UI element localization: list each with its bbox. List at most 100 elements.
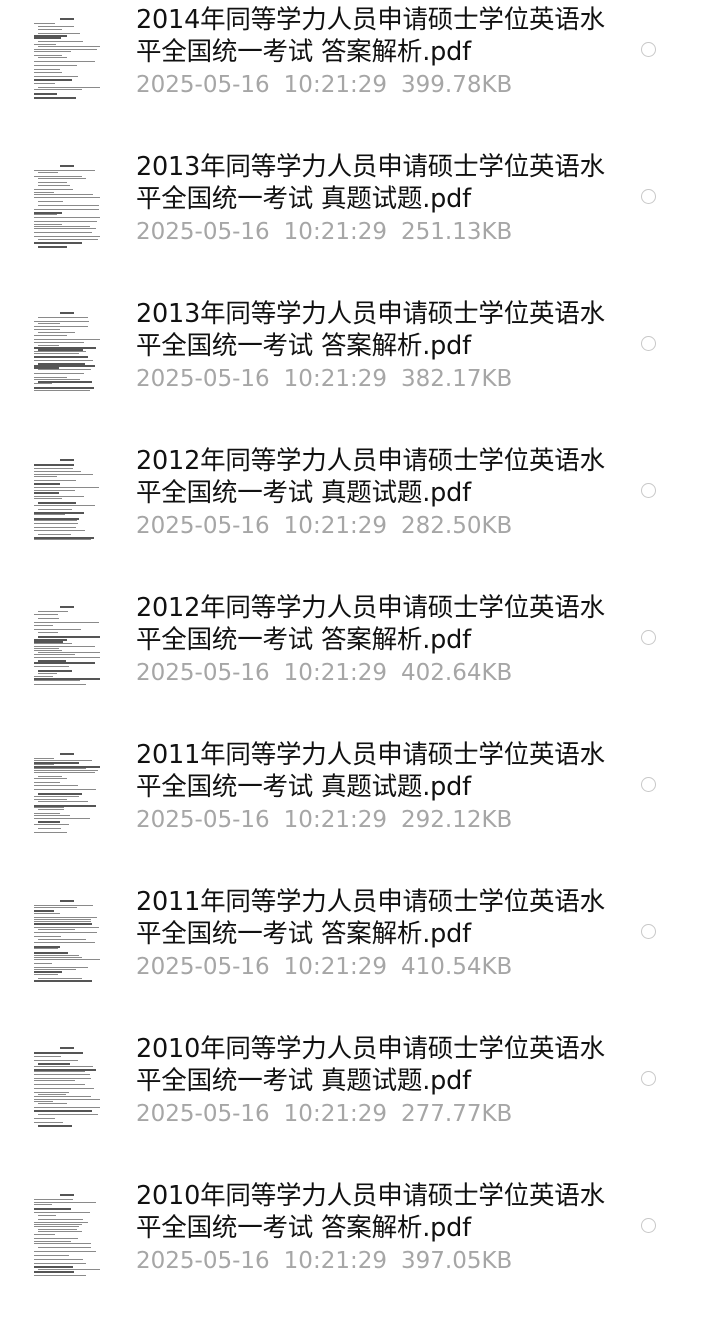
thumbnail-text-line	[34, 963, 52, 964]
thumbnail-text-line	[38, 172, 58, 173]
file-meta: 2025-05-16 10:21:29 382.17KB	[136, 364, 526, 394]
thumbnail-text-line	[38, 239, 98, 240]
thumbnail-text-line	[60, 900, 74, 902]
thumbnail-text-line	[34, 170, 95, 171]
thumbnail-text-line	[34, 1243, 91, 1244]
file-list-item[interactable]: 2010年同等学力人员申请硕士学位英语水平全国统一考试 真题试题.pdf 202…	[0, 1029, 702, 1176]
thumbnail-text-line	[34, 770, 98, 771]
file-time: 10:21:29	[283, 72, 387, 98]
file-list-item[interactable]: 2014年同等学力人员申请硕士学位英语水平全国统一考试 答案解析.pdf 202…	[0, 0, 702, 147]
thumbnail-text-line	[34, 764, 54, 765]
thumbnail-text-line	[34, 919, 91, 920]
thumbnail-text-line	[34, 1122, 63, 1123]
thumbnail-text-line	[38, 246, 67, 248]
thumbnail-text-line	[34, 948, 58, 949]
file-date: 2025-05-16	[136, 660, 270, 686]
select-radio-button[interactable]	[641, 42, 656, 57]
thumbnail-text-line	[34, 197, 100, 198]
select-radio-button[interactable]	[641, 1071, 656, 1086]
select-radio-button[interactable]	[641, 483, 656, 498]
file-date: 2025-05-16	[136, 807, 270, 833]
thumbnail-text-line	[34, 684, 86, 685]
select-radio-button[interactable]	[641, 189, 656, 204]
thumbnail-text-line	[34, 373, 84, 374]
thumbnail-text-line	[34, 807, 64, 808]
thumbnail-text-line	[34, 1101, 53, 1102]
file-time: 10:21:29	[283, 513, 387, 539]
select-radio-button[interactable]	[641, 336, 656, 351]
thumbnail-text-line	[34, 932, 97, 933]
thumbnail-text-line	[34, 1271, 74, 1273]
thumbnail-text-line	[34, 342, 84, 343]
select-radio-button[interactable]	[641, 630, 656, 645]
select-radio-button[interactable]	[641, 924, 656, 939]
thumbnail-text-line	[34, 539, 91, 540]
thumbnail-text-line	[34, 1096, 91, 1097]
thumbnail-text-line	[34, 1208, 71, 1210]
file-time: 10:21:29	[283, 219, 387, 245]
thumbnail-text-line	[38, 793, 82, 795]
select-radio-button[interactable]	[641, 1218, 656, 1233]
file-list-item[interactable]: 2010年同等学力人员申请硕士学位英语水平全国统一考试 答案解析.pdf 202…	[0, 1176, 702, 1323]
thumbnail-text-line	[34, 654, 75, 655]
thumbnail-text-line	[34, 1204, 52, 1205]
file-list-item[interactable]: 2011年同等学力人员申请硕士学位英语水平全国统一考试 答案解析.pdf 202…	[0, 882, 702, 1029]
thumbnail-text-line	[34, 464, 74, 466]
file-name: 2011年同等学力人员申请硕士学位英语水平全国统一考试 答案解析.pdf	[136, 887, 605, 949]
thumbnail-text-line	[34, 952, 68, 954]
thumbnail-text-line	[38, 776, 62, 777]
thumbnail-text-line	[34, 1118, 55, 1119]
thumbnail-text-line	[34, 1066, 93, 1067]
thumbnail-text-line	[38, 1094, 66, 1095]
thumbnail-text-line	[34, 625, 53, 626]
thumbnail-text-line	[34, 1266, 73, 1268]
thumbnail-text-line	[38, 939, 86, 940]
file-list-item[interactable]: 2013年同等学力人员申请硕士学位英语水平全国统一考试 答案解析.pdf 202…	[0, 294, 702, 441]
thumbnail-text-line	[34, 505, 95, 506]
thumbnail-text-line	[34, 527, 76, 528]
thumbnail-text-line	[34, 818, 90, 819]
file-list-item[interactable]: 2013年同等学力人员申请硕士学位英语水平全国统一考试 真题试题.pdf 202…	[0, 147, 702, 294]
thumbnail-text-line	[38, 1103, 67, 1104]
thumbnail-text-line	[34, 1110, 92, 1112]
file-list-item[interactable]: 2012年同等学力人员申请硕士学位英语水平全国统一考试 真题试题.pdf 202…	[0, 441, 702, 588]
file-list-item[interactable]: 2011年同等学力人员申请硕士学位英语水平全国统一考试 真题试题.pdf 202…	[0, 735, 702, 882]
thumbnail-text-line	[38, 87, 100, 88]
thumbnail-text-line	[34, 813, 60, 814]
thumbnail-text-line	[38, 46, 100, 47]
thumbnail-text-line	[34, 967, 88, 968]
thumbnail-text-line	[38, 205, 99, 206]
file-time: 10:21:29	[283, 954, 387, 980]
thumbnail-text-line	[34, 76, 78, 77]
file-name: 2010年同等学力人员申请硕士学位英语水平全国统一考试 答案解析.pdf	[136, 1181, 605, 1243]
thumbnail-text-line	[34, 377, 67, 378]
thumbnail-text-line	[34, 1084, 85, 1085]
thumbnail-text-line	[34, 44, 56, 45]
thumbnail-text-line	[60, 18, 74, 20]
file-name: 2013年同等学力人员申请硕士学位英语水平全国统一考试 真题试题.pdf	[136, 152, 605, 214]
thumbnail-text-line	[34, 55, 62, 56]
thumbnail-text-line	[34, 483, 60, 485]
thumbnail-text-line	[34, 242, 82, 244]
select-radio-button[interactable]	[641, 777, 656, 792]
thumbnail-text-line	[34, 520, 77, 521]
thumbnail-text-line	[34, 824, 69, 825]
thumbnail-text-line	[34, 936, 61, 937]
thumbnail-text-line	[34, 643, 72, 644]
thumbnail-text-line	[34, 782, 60, 783]
thumbnail-text-line	[34, 176, 82, 177]
file-date: 2025-05-16	[136, 513, 270, 539]
thumbnail-text-line	[34, 61, 95, 62]
thumbnail-text-line	[60, 459, 74, 461]
thumbnail-text-line	[34, 236, 100, 237]
thumbnail-text-line	[34, 523, 78, 524]
thumbnail-text-line	[34, 648, 59, 649]
thumbnail-text-line	[34, 622, 99, 623]
file-date: 2025-05-16	[136, 72, 270, 98]
thumbnail-text-line	[34, 942, 95, 943]
thumbnail-text-line	[38, 929, 75, 930]
thumbnail-text-line	[34, 772, 95, 773]
file-list-item[interactable]: 2012年同等学力人员申请硕士学位英语水平全国统一考试 答案解析.pdf 202…	[0, 588, 702, 735]
thumbnail-text-line	[34, 1056, 61, 1057]
file-date: 2025-05-16	[136, 1101, 270, 1127]
